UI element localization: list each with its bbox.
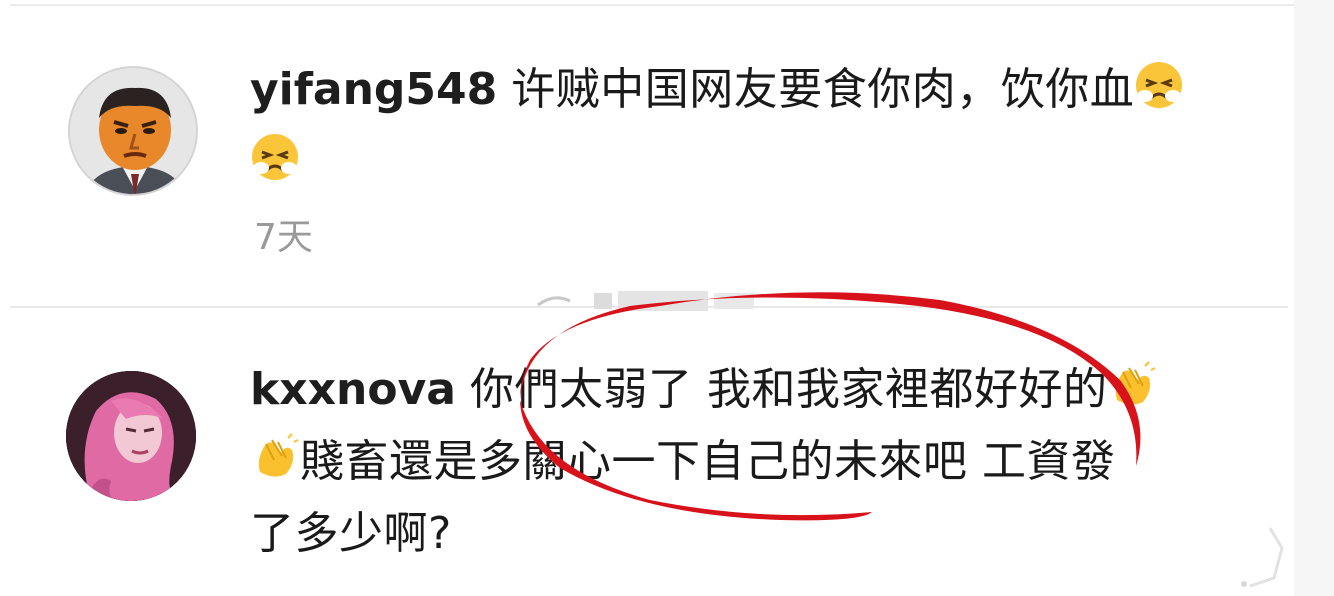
comment-line: yifang548 许贼中国网友要食你肉，饮你血	[250, 54, 1184, 126]
comment-line: kxxnova 你們太弱了 我和我家裡都好好的	[250, 354, 1157, 426]
comment-line: 了多少啊?	[250, 498, 1157, 570]
comment-yifang548: yifang548 许贼中国网友要食你肉，饮你血	[250, 54, 1184, 198]
username[interactable]: yifang548	[250, 64, 497, 115]
comment-line	[250, 126, 1184, 198]
comment-body: 賤畜還是多關心一下自己的未來吧 工資發	[300, 436, 1116, 487]
comment-body: 许贼中国网友要食你肉，饮你血	[511, 64, 1135, 115]
persevering-face-emoji-icon	[1134, 60, 1184, 110]
scroll-edge	[1294, 0, 1334, 596]
username[interactable]: kxxnova	[250, 364, 456, 415]
avatar-kxxnova[interactable]	[66, 371, 196, 501]
top-divider	[10, 4, 1294, 6]
comment-body: 你們太弱了 我和我家裡都好好的	[469, 364, 1108, 415]
comment-body: 了多少啊?	[250, 508, 452, 559]
comment-time: 7天	[254, 217, 313, 258]
clapping-hands-emoji-icon	[250, 432, 300, 482]
comment-line: 賤畜還是多關心一下自己的未來吧 工資發	[250, 426, 1157, 498]
clapping-hands-emoji-icon	[1107, 360, 1157, 410]
watermark	[537, 291, 754, 311]
avatar-yifang548[interactable]	[68, 66, 198, 196]
persevering-face-emoji-icon	[250, 132, 300, 182]
corner-artifact	[1241, 527, 1284, 588]
comment-kxxnova: kxxnova 你們太弱了 我和我家裡都好好的 賤畜還是多關心一下自己的未來吧 工…	[250, 354, 1157, 570]
